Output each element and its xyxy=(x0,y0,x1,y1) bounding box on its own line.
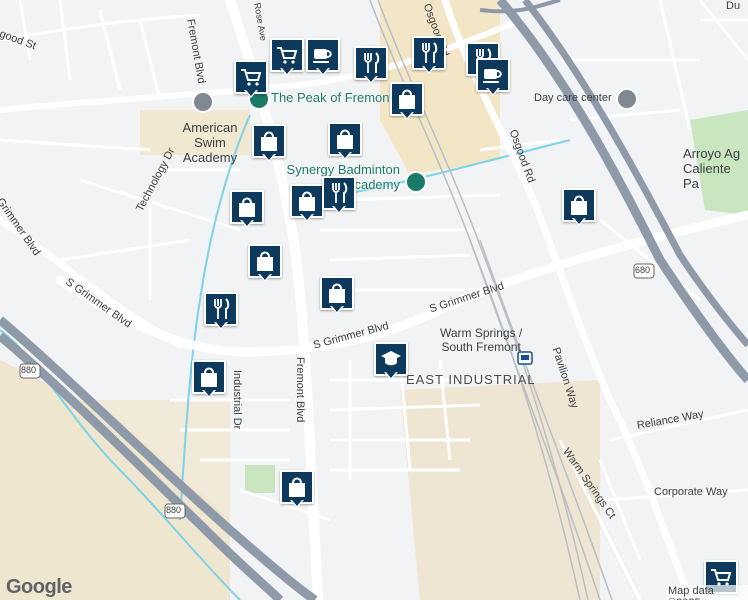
marker-restaurant-2[interactable] xyxy=(412,36,446,76)
marker-shopping-cart[interactable] xyxy=(234,60,268,100)
marker-shopping-bag-3[interactable] xyxy=(328,122,362,162)
marker-shopping-bag-4[interactable] xyxy=(230,190,264,230)
poi-label-american-swim[interactable]: American Swim Academy xyxy=(170,120,250,165)
marker-coffee[interactable] xyxy=(306,38,340,78)
shopping-bag-icon xyxy=(201,367,217,387)
shopping-bag-icon xyxy=(261,131,277,151)
day-care-icon[interactable] xyxy=(616,88,638,110)
shopping-bag-icon xyxy=(329,283,345,303)
shopping-bag-icon xyxy=(399,89,415,109)
shopping-bag-icon xyxy=(299,191,315,211)
poi-label-station[interactable]: Warm Springs / South Fremont xyxy=(440,326,522,354)
area-label-east-industrial: EAST INDUSTRIAL xyxy=(406,372,536,387)
restaurant-icon xyxy=(332,182,348,203)
poi-label-peak-of-fremont[interactable]: The Peak of Fremont xyxy=(271,90,393,105)
marker-restaurant[interactable] xyxy=(354,46,388,86)
poi-label-arroyo[interactable]: Arroyo Ag Caliente Pa xyxy=(683,146,748,191)
marker-shopping-bag-9[interactable] xyxy=(562,188,596,228)
road-label-industrial-dr: Industrial Dr xyxy=(231,370,243,430)
shopping-cart-icon xyxy=(711,569,732,586)
marker-shopping-bag-8[interactable] xyxy=(192,360,226,400)
park-area-small xyxy=(245,465,275,493)
i880-shield-label-a: 880 xyxy=(21,365,37,375)
marker-shopping-bag-10[interactable] xyxy=(280,470,314,510)
i880-shield-label-b: 880 xyxy=(166,505,182,515)
marker-coffee-2[interactable] xyxy=(476,58,510,98)
poi-label-day-care[interactable]: Day care center xyxy=(534,92,612,104)
shopping-bag-icon xyxy=(239,197,255,217)
marker-shopping-bag-6[interactable] xyxy=(248,244,282,284)
sports-poi-icon[interactable] xyxy=(405,171,427,193)
marker-restaurant-5[interactable] xyxy=(204,292,238,332)
marker-shopping-bag-7[interactable] xyxy=(320,276,354,316)
i680-shield-label: 680 xyxy=(635,265,651,275)
road-label-corporate-way: Corporate Way xyxy=(654,486,728,498)
school-icon xyxy=(381,351,401,366)
marker-shopping-cart-2[interactable] xyxy=(270,38,304,78)
restaurant-icon xyxy=(364,52,380,73)
industrial-area-south xyxy=(400,380,600,600)
map-canvas[interactable]: 880 880 680 Fremont Blvd Fremont Blvd Os… xyxy=(0,0,748,600)
coffee-icon xyxy=(483,69,502,83)
shopping-bag-icon xyxy=(571,195,587,215)
marker-restaurant-4[interactable] xyxy=(322,176,356,216)
shopping-cart-icon xyxy=(277,47,298,64)
shopping-bag-icon xyxy=(337,129,353,149)
road-label-du: Du xyxy=(726,0,741,12)
coffee-icon xyxy=(313,49,332,63)
restaurant-icon xyxy=(422,42,438,63)
road-label-fremont-blvd: Fremont Blvd xyxy=(294,357,306,423)
restaurant-icon xyxy=(214,298,230,319)
marker-shopping-bag-5[interactable] xyxy=(290,184,324,224)
shopping-cart-icon xyxy=(241,69,262,86)
google-logo: Google xyxy=(6,576,72,598)
shopping-bag-icon xyxy=(289,477,305,497)
school-poi-icon[interactable] xyxy=(192,91,214,113)
shopping-bag-icon xyxy=(257,251,273,271)
marker-shopping-bag-2[interactable] xyxy=(252,124,286,164)
marker-school[interactable] xyxy=(374,342,408,382)
map-data-attribution[interactable]: Map data ©2025 xyxy=(666,585,748,600)
marker-shopping-bag[interactable] xyxy=(390,82,424,122)
